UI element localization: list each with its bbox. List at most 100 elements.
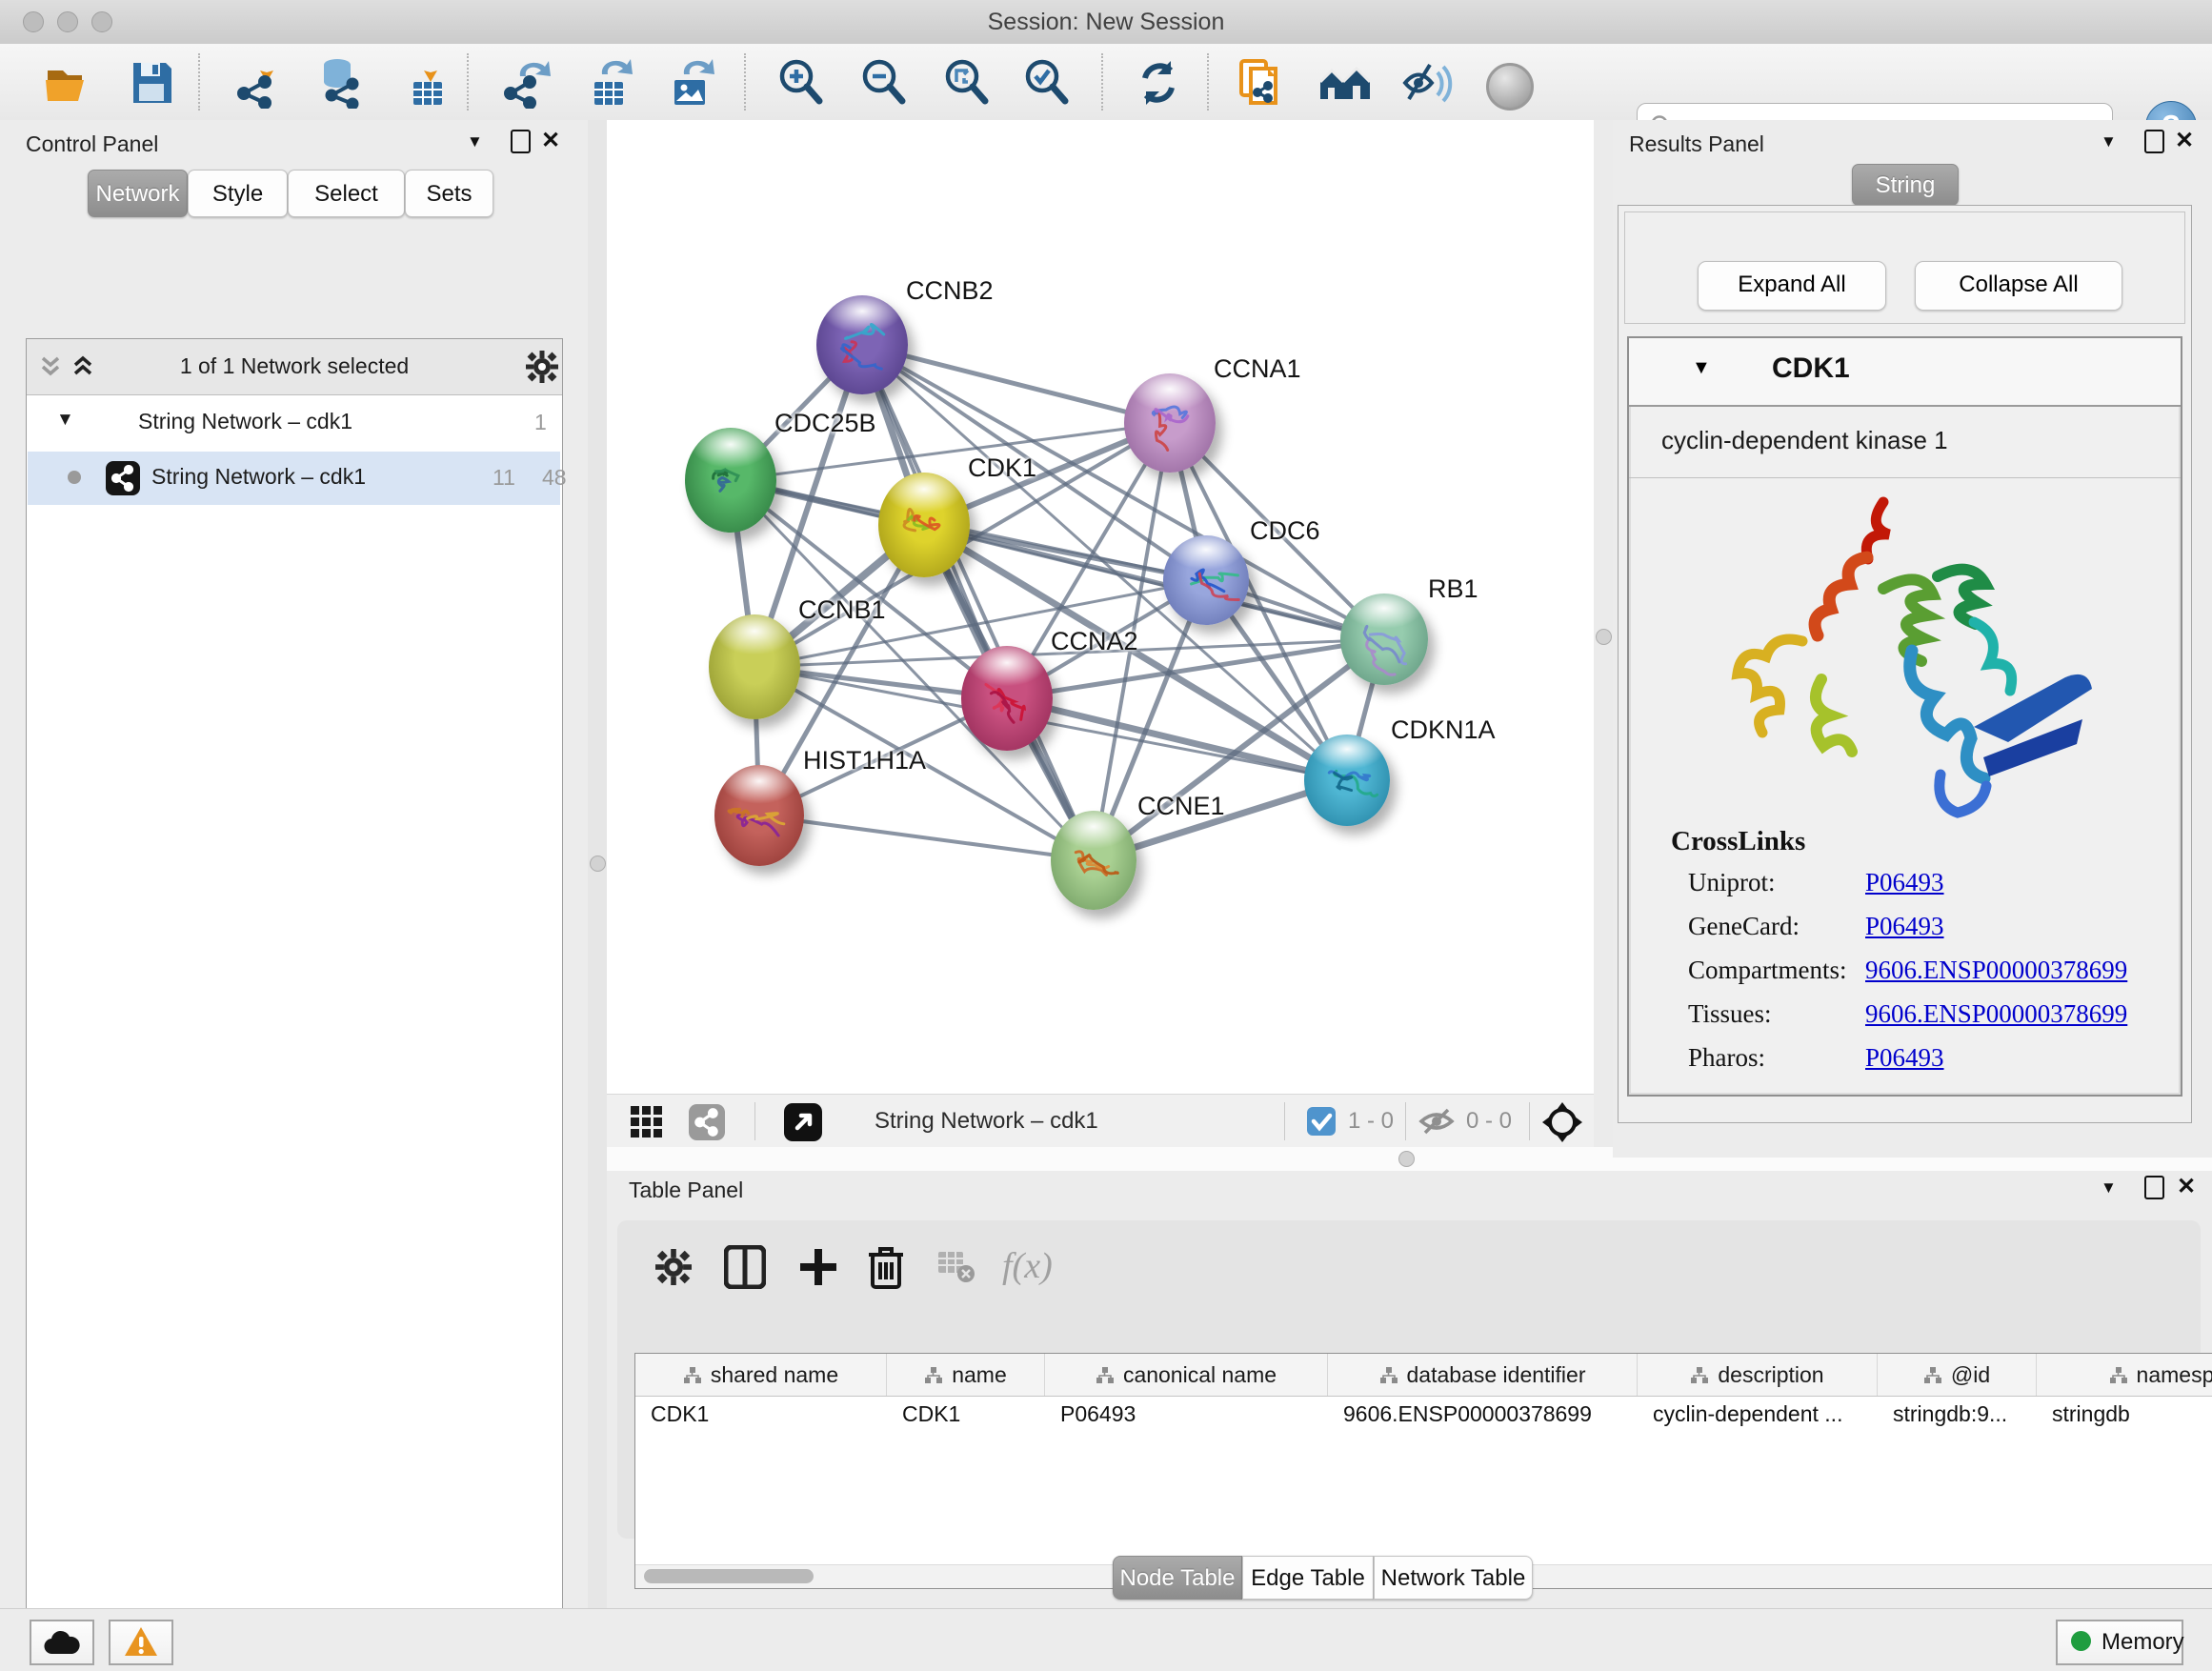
graphics-details-icon[interactable] xyxy=(1401,57,1453,109)
level-of-detail-icon[interactable] xyxy=(1486,63,1534,111)
export-table-icon[interactable] xyxy=(583,57,634,109)
crosslink-link[interactable]: P06493 xyxy=(1865,912,1944,941)
export-network-icon[interactable] xyxy=(501,57,553,109)
show-columns-icon[interactable] xyxy=(724,1245,766,1289)
warnings-button[interactable] xyxy=(109,1620,173,1665)
network-node-CCNA2[interactable] xyxy=(961,646,1053,751)
network-row-selected[interactable]: String Network – cdk1 11 48 xyxy=(28,452,560,505)
gene-card-header[interactable]: ▼ CDK1 xyxy=(1629,338,2181,407)
control-panel-float-icon[interactable] xyxy=(511,130,531,153)
control-panel-close-icon[interactable]: ✕ xyxy=(541,127,560,154)
network-node-CDC6[interactable] xyxy=(1163,535,1249,625)
home-icon[interactable] xyxy=(1318,57,1370,109)
crosslink-link[interactable]: P06493 xyxy=(1865,868,1944,897)
crosslink-link[interactable]: 9606.ENSP00000378699 xyxy=(1865,956,2127,985)
table-cell[interactable]: cyclin-dependent ... xyxy=(1653,1401,1842,1427)
expand-all-button[interactable]: Expand All xyxy=(1698,261,1886,311)
column-header-canonical-name[interactable]: canonical name xyxy=(1045,1354,1328,1396)
table-cell[interactable]: stringdb xyxy=(2052,1401,2130,1427)
table-options-gear-icon[interactable] xyxy=(655,1249,692,1285)
tab-edge-table[interactable]: Edge Table xyxy=(1242,1556,1374,1600)
results-panel-float-icon[interactable] xyxy=(2144,130,2164,153)
table-cell[interactable]: stringdb:9... xyxy=(1893,1401,2007,1427)
collection-expand-icon[interactable]: ▼ xyxy=(56,410,74,431)
column-header-label: canonical name xyxy=(1123,1362,1277,1387)
crosslink-link[interactable]: 9606.ENSP00000378699 xyxy=(1865,999,2127,1029)
string-view-icon[interactable] xyxy=(689,1104,725,1140)
table-cell[interactable]: 9606.ENSP00000378699 xyxy=(1343,1401,1592,1427)
column-header-name[interactable]: name xyxy=(887,1354,1045,1396)
hidden-eye-icon[interactable] xyxy=(1418,1106,1455,1137)
tab-select[interactable]: Select xyxy=(288,170,405,217)
delete-column-icon[interactable] xyxy=(867,1245,905,1289)
column-header-database-identifier[interactable]: database identifier xyxy=(1328,1354,1638,1396)
table-panel-close-icon[interactable]: ✕ xyxy=(2177,1173,2196,1200)
network-node-RB1[interactable] xyxy=(1340,594,1428,685)
network-edge[interactable] xyxy=(759,815,1094,860)
export-view-icon[interactable] xyxy=(784,1103,822,1141)
status-bar: Memory xyxy=(0,1608,2212,1671)
create-column-icon[interactable] xyxy=(798,1247,838,1287)
network-node-CCNB1[interactable] xyxy=(709,614,800,719)
control-panel: Control Panel ▼ ✕ NetworkStyleSelectSets… xyxy=(0,120,589,1608)
table-cell[interactable]: P06493 xyxy=(1060,1401,1136,1427)
crosslink-link[interactable]: P06493 xyxy=(1865,1043,1944,1073)
open-session-icon[interactable] xyxy=(42,57,93,109)
control-panel-menu-icon[interactable]: ▼ xyxy=(467,132,483,151)
zoom-in-icon[interactable] xyxy=(775,57,827,109)
cloud-button[interactable] xyxy=(30,1620,94,1665)
vertical-splitter-right[interactable] xyxy=(1594,120,1613,1158)
options-gear-icon[interactable] xyxy=(526,351,558,383)
vertical-splitter-left[interactable] xyxy=(588,120,607,1608)
import-table-icon[interactable] xyxy=(402,57,453,109)
results-panel-close-icon[interactable]: ✕ xyxy=(2175,127,2194,154)
zoom-fit-icon[interactable] xyxy=(941,57,993,109)
table-h-scroll-thumb[interactable] xyxy=(644,1569,814,1583)
gene-collapse-icon[interactable]: ▼ xyxy=(1692,357,1711,379)
refresh-icon[interactable] xyxy=(1133,57,1184,109)
tab-style[interactable]: Style xyxy=(188,170,288,217)
selected-checkbox-icon[interactable] xyxy=(1307,1107,1336,1136)
network-collection-row[interactable]: ▼ String Network – cdk1 1 xyxy=(28,396,560,450)
tab-sets[interactable]: Sets xyxy=(405,170,493,217)
network-node-CDC25B[interactable] xyxy=(685,428,776,533)
network-node-CCNA1[interactable] xyxy=(1124,373,1216,473)
network-node-CCNB2[interactable] xyxy=(816,295,908,394)
collection-label: String Network – cdk1 xyxy=(138,409,352,434)
import-network-icon[interactable] xyxy=(232,57,284,109)
table-panel-float-icon[interactable] xyxy=(2144,1176,2164,1199)
protein-structure-thumbnail xyxy=(816,295,908,394)
import-database-icon[interactable] xyxy=(314,57,366,109)
zoom-out-icon[interactable] xyxy=(858,57,910,109)
birds-eye-view-icon[interactable] xyxy=(630,1105,664,1139)
copy-style-icon[interactable] xyxy=(1236,57,1287,109)
zoom-selected-icon[interactable] xyxy=(1021,57,1073,109)
protein-structure-thumbnail xyxy=(1340,594,1428,685)
network-canvas[interactable]: CCNB2CCNA1CDC25BCDK1CDC6RB1CCNB1CCNA2CDK… xyxy=(607,120,1594,1094)
column-header-@id[interactable]: @id xyxy=(1878,1354,2037,1396)
fit-selected-crosshair-icon[interactable] xyxy=(1542,1102,1582,1142)
protein-structure-thumbnail xyxy=(878,473,970,577)
table-panel-menu-icon[interactable]: ▼ xyxy=(2101,1178,2117,1198)
memory-button[interactable]: Memory xyxy=(2056,1620,2183,1665)
column-header-description[interactable]: description xyxy=(1638,1354,1878,1396)
export-image-icon[interactable] xyxy=(665,57,716,109)
delete-table-icon[interactable] xyxy=(937,1251,975,1283)
tab-node-table[interactable]: Node Table xyxy=(1113,1556,1242,1600)
results-panel-menu-icon[interactable]: ▼ xyxy=(2101,132,2117,151)
network-node-HIST1H1A[interactable] xyxy=(714,765,804,866)
table-cell[interactable]: CDK1 xyxy=(651,1401,709,1427)
column-header-namespace[interactable]: namespace xyxy=(2037,1354,2212,1396)
function-builder-icon[interactable]: f(x) xyxy=(1002,1245,1053,1287)
network-node-CDK1[interactable] xyxy=(878,473,970,577)
column-header-shared-name[interactable]: shared name xyxy=(635,1354,887,1396)
table-cell[interactable]: CDK1 xyxy=(902,1401,960,1427)
tab-string[interactable]: String xyxy=(1852,164,1959,206)
save-session-icon[interactable] xyxy=(126,57,177,109)
network-view-title: String Network – cdk1 xyxy=(875,1108,1098,1135)
network-node-CCNE1[interactable] xyxy=(1051,811,1136,910)
tab-network-table[interactable]: Network Table xyxy=(1374,1556,1533,1600)
network-node-CDKN1A[interactable] xyxy=(1304,735,1390,826)
collapse-all-button[interactable]: Collapse All xyxy=(1915,261,2122,311)
tab-network[interactable]: Network xyxy=(88,170,188,217)
